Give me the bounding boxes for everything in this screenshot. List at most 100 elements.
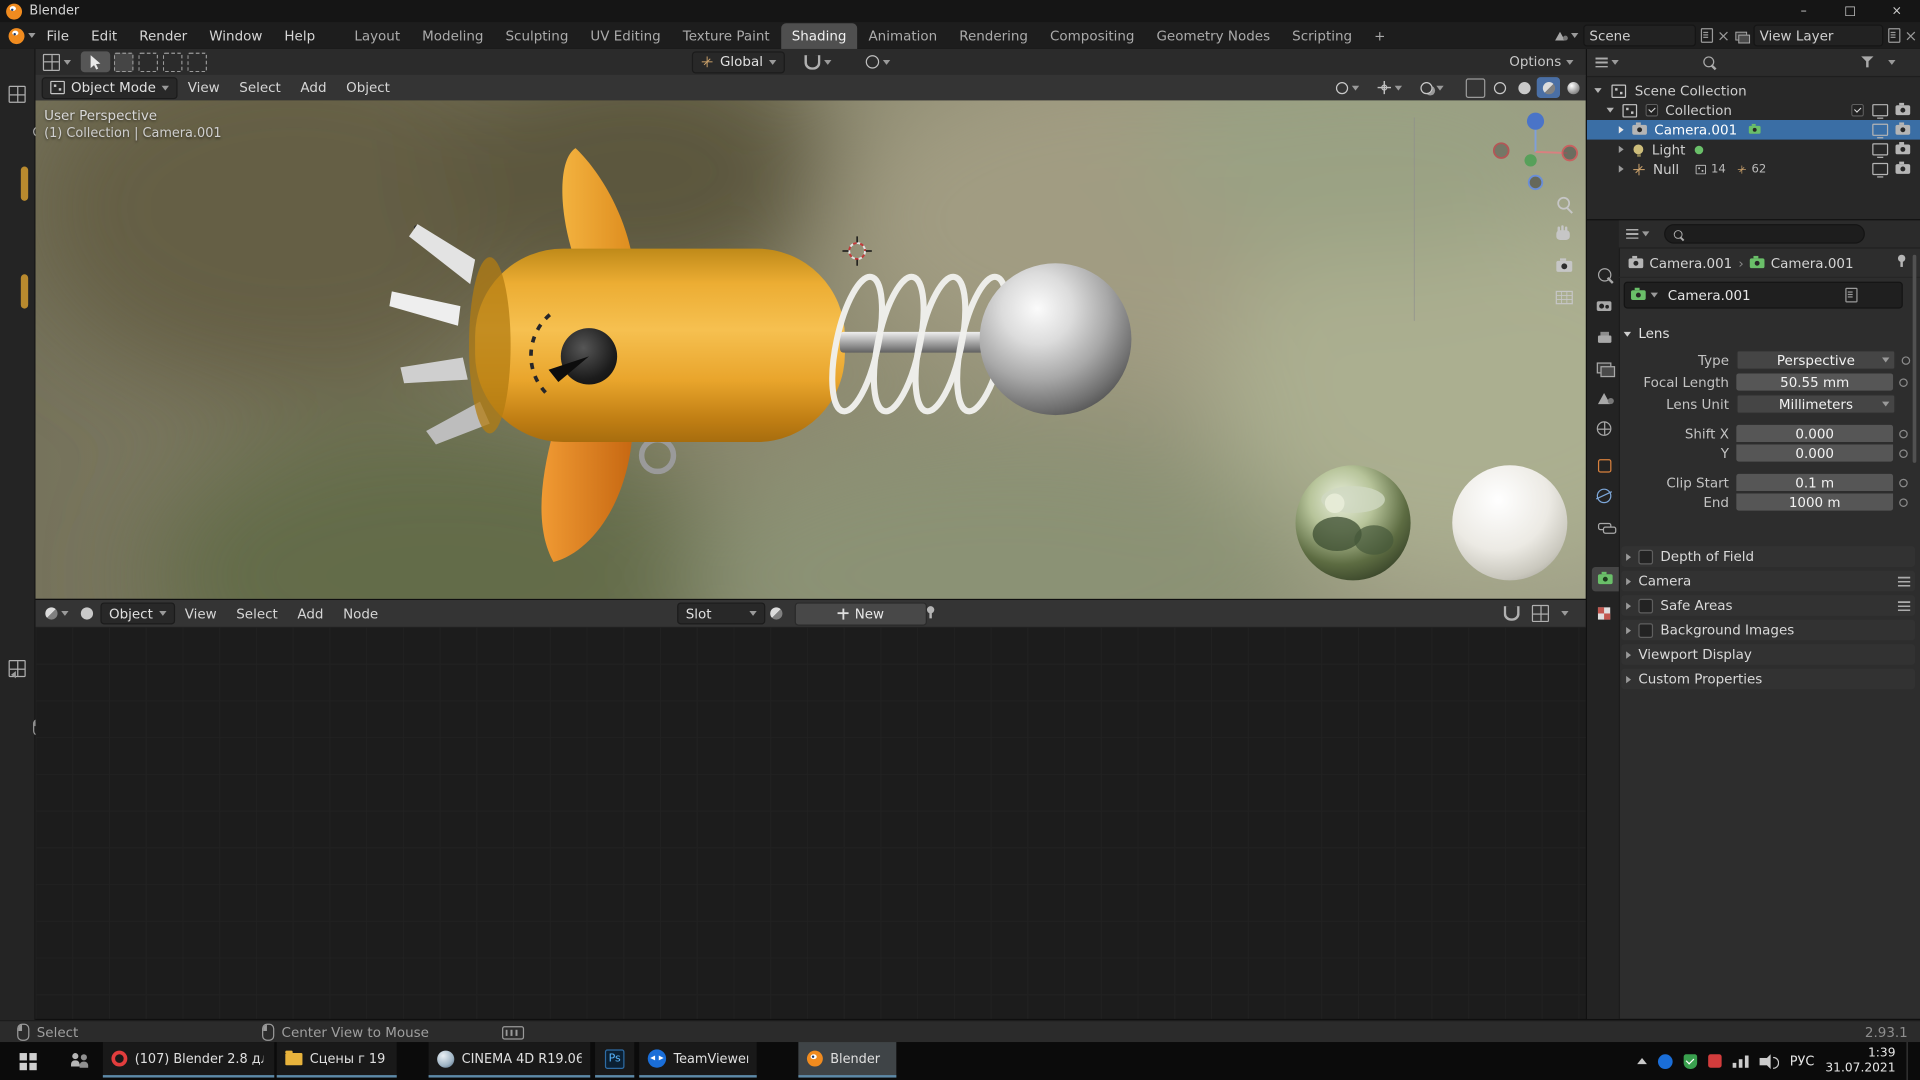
- slot-dropdown[interactable]: Slot: [677, 602, 766, 625]
- panel-viewport-display[interactable]: Viewport Display: [1621, 644, 1916, 665]
- properties-scrollbar[interactable]: [1912, 254, 1917, 463]
- animate-dot-icon[interactable]: [1899, 429, 1908, 438]
- proportional-edit-controls[interactable]: [865, 55, 891, 69]
- lens-unit-dropdown[interactable]: Millimeters: [1736, 394, 1896, 414]
- focal-length-field[interactable]: 50.55 mm: [1736, 373, 1894, 391]
- animate-dot-icon[interactable]: [1901, 355, 1911, 365]
- panel-background-images[interactable]: Background Images: [1621, 619, 1916, 641]
- viewport-visibility-icon[interactable]: [1872, 123, 1889, 139]
- menu-file[interactable]: File: [36, 23, 81, 49]
- shader-menu-view[interactable]: View: [175, 606, 227, 622]
- editor-type-icon[interactable]: [8, 85, 26, 103]
- shading-material-button[interactable]: [1536, 77, 1560, 98]
- taskbar-app-teamviewer[interactable]: TeamViewer: [639, 1042, 757, 1078]
- viewport-editor-type-icon[interactable]: [42, 53, 60, 71]
- depth-of-field-checkbox[interactable]: [1638, 549, 1654, 564]
- tab-texture-paint[interactable]: Texture Paint: [672, 23, 781, 49]
- render-visibility-icon[interactable]: [1895, 102, 1911, 116]
- shader-editor-type-icon[interactable]: [45, 607, 58, 620]
- safe-areas-checkbox[interactable]: [1638, 598, 1654, 613]
- transform-orientation-dropdown[interactable]: Global: [691, 50, 786, 73]
- tab-render-properties[interactable]: [1589, 294, 1618, 318]
- gizmos-dropdown[interactable]: [1377, 80, 1403, 95]
- shader-menu-add[interactable]: Add: [288, 606, 334, 622]
- visibility-dropdown[interactable]: [1335, 81, 1360, 94]
- viewport-menu-object[interactable]: Object: [336, 80, 399, 96]
- tray-antivirus-icon[interactable]: [1683, 1053, 1697, 1069]
- view-layer-new-icon[interactable]: [1888, 28, 1901, 43]
- panel-depth-of-field[interactable]: Depth of Field: [1621, 546, 1916, 567]
- outliner-row-collection[interactable]: Collection: [1587, 100, 1920, 120]
- shader-node-canvas[interactable]: [35, 626, 1586, 1019]
- select-tool-button[interactable]: [80, 51, 111, 73]
- id-browse-caret-icon[interactable]: [1650, 292, 1658, 298]
- shader-type-dropdown[interactable]: Object: [100, 602, 175, 625]
- tray-teamviewer-icon[interactable]: [1657, 1053, 1673, 1069]
- type-dropdown[interactable]: Perspective: [1736, 350, 1896, 370]
- tab-object-data-properties[interactable]: [1591, 566, 1619, 592]
- tab-tool-properties[interactable]: [1589, 262, 1618, 286]
- render-visibility-icon[interactable]: [1895, 142, 1911, 155]
- language-indicator[interactable]: РУС: [1790, 1054, 1815, 1069]
- outliner-row-scene-collection[interactable]: Scene Collection: [1587, 81, 1920, 101]
- taskbar-app-folder[interactable]: Сцены г 19: [276, 1042, 397, 1078]
- xray-toggle-icon[interactable]: [1465, 77, 1486, 98]
- shading-wireframe-button[interactable]: [1488, 77, 1511, 98]
- select-mode-box-icon[interactable]: [138, 52, 158, 72]
- tab-world-properties[interactable]: [1589, 416, 1618, 440]
- select-mode-lasso-icon[interactable]: [187, 52, 207, 72]
- clip-start-field[interactable]: 0.1 m: [1736, 473, 1894, 492]
- camera-id-block[interactable]: Camera.001: [1623, 281, 1903, 309]
- shader-menu-node[interactable]: Node: [333, 606, 388, 622]
- shader-options-caret-icon[interactable]: [1561, 611, 1569, 616]
- id-shield-icon[interactable]: [1845, 287, 1858, 303]
- expand-arrow-icon[interactable]: [1618, 165, 1624, 173]
- pin-icon[interactable]: [1897, 254, 1906, 267]
- exclude-checkbox[interactable]: [1851, 103, 1864, 117]
- breadcrumb-object[interactable]: Camera.001: [1649, 255, 1732, 271]
- viewport-visibility-icon[interactable]: [1872, 162, 1889, 178]
- show-desktop-button[interactable]: [1906, 1042, 1913, 1080]
- pin-icon[interactable]: [926, 606, 935, 619]
- viewport-canvas[interactable]: [35, 100, 1586, 599]
- tab-layout[interactable]: Layout: [343, 23, 411, 49]
- menu-edit[interactable]: Edit: [80, 23, 128, 49]
- tab-scripting[interactable]: Scripting: [1281, 23, 1363, 49]
- select-mode-circle-icon[interactable]: [162, 52, 183, 72]
- new-material-button[interactable]: New: [794, 601, 927, 626]
- scene-unlink-icon[interactable]: [1718, 30, 1729, 41]
- viewport-menu-add[interactable]: Add: [291, 80, 337, 96]
- viewport-visibility-icon[interactable]: [1872, 143, 1889, 158]
- lens-panel-header[interactable]: Lens: [1623, 326, 1669, 342]
- breadcrumb-data[interactable]: Camera.001: [1771, 255, 1854, 271]
- shading-rendered-button[interactable]: [1561, 77, 1584, 98]
- taskbar-app-browser[interactable]: (107) Blender 2.8 дл...: [102, 1042, 275, 1078]
- viewport-menu-select[interactable]: Select: [229, 80, 290, 96]
- viewport-menu-view[interactable]: View: [178, 80, 230, 96]
- snap-icon[interactable]: [1503, 606, 1520, 621]
- tab-sculpting[interactable]: Sculpting: [494, 23, 579, 49]
- speaker-icon[interactable]: [1759, 1053, 1779, 1069]
- toolbar-tab-pill[interactable]: [20, 166, 29, 201]
- render-visibility-icon[interactable]: [1895, 122, 1911, 135]
- collapse-arrow-icon[interactable]: [11, 671, 16, 679]
- taskbar-clock[interactable]: 1:39 31.07.2021: [1825, 1046, 1895, 1075]
- maximize-button[interactable]: □: [1827, 0, 1874, 22]
- shader-menu-select[interactable]: Select: [226, 606, 287, 622]
- shift-y-field[interactable]: 0.000: [1736, 444, 1894, 462]
- tab-constraint-properties[interactable]: [1589, 514, 1618, 538]
- expand-arrow-icon[interactable]: [1606, 107, 1614, 113]
- tab-geometry-nodes[interactable]: Geometry Nodes: [1145, 23, 1281, 49]
- tray-expand-icon[interactable]: [1636, 1057, 1647, 1065]
- tab-compositing[interactable]: Compositing: [1039, 23, 1145, 49]
- properties-editor-type-icon[interactable]: [1626, 228, 1639, 239]
- taskbar-app-cinema4d[interactable]: CINEMA 4D R19.06...: [428, 1042, 591, 1078]
- panel-camera[interactable]: Camera: [1621, 570, 1916, 592]
- tab-shading[interactable]: Shading: [780, 23, 858, 49]
- overlays-dropdown[interactable]: [1420, 81, 1444, 94]
- expand-arrow-icon[interactable]: [1618, 145, 1624, 154]
- properties-search-field[interactable]: [1664, 224, 1865, 244]
- expand-arrow-icon[interactable]: [1594, 88, 1602, 94]
- tab-texture-properties[interactable]: [1589, 601, 1618, 625]
- backdrop-grid-icon[interactable]: [1531, 604, 1549, 623]
